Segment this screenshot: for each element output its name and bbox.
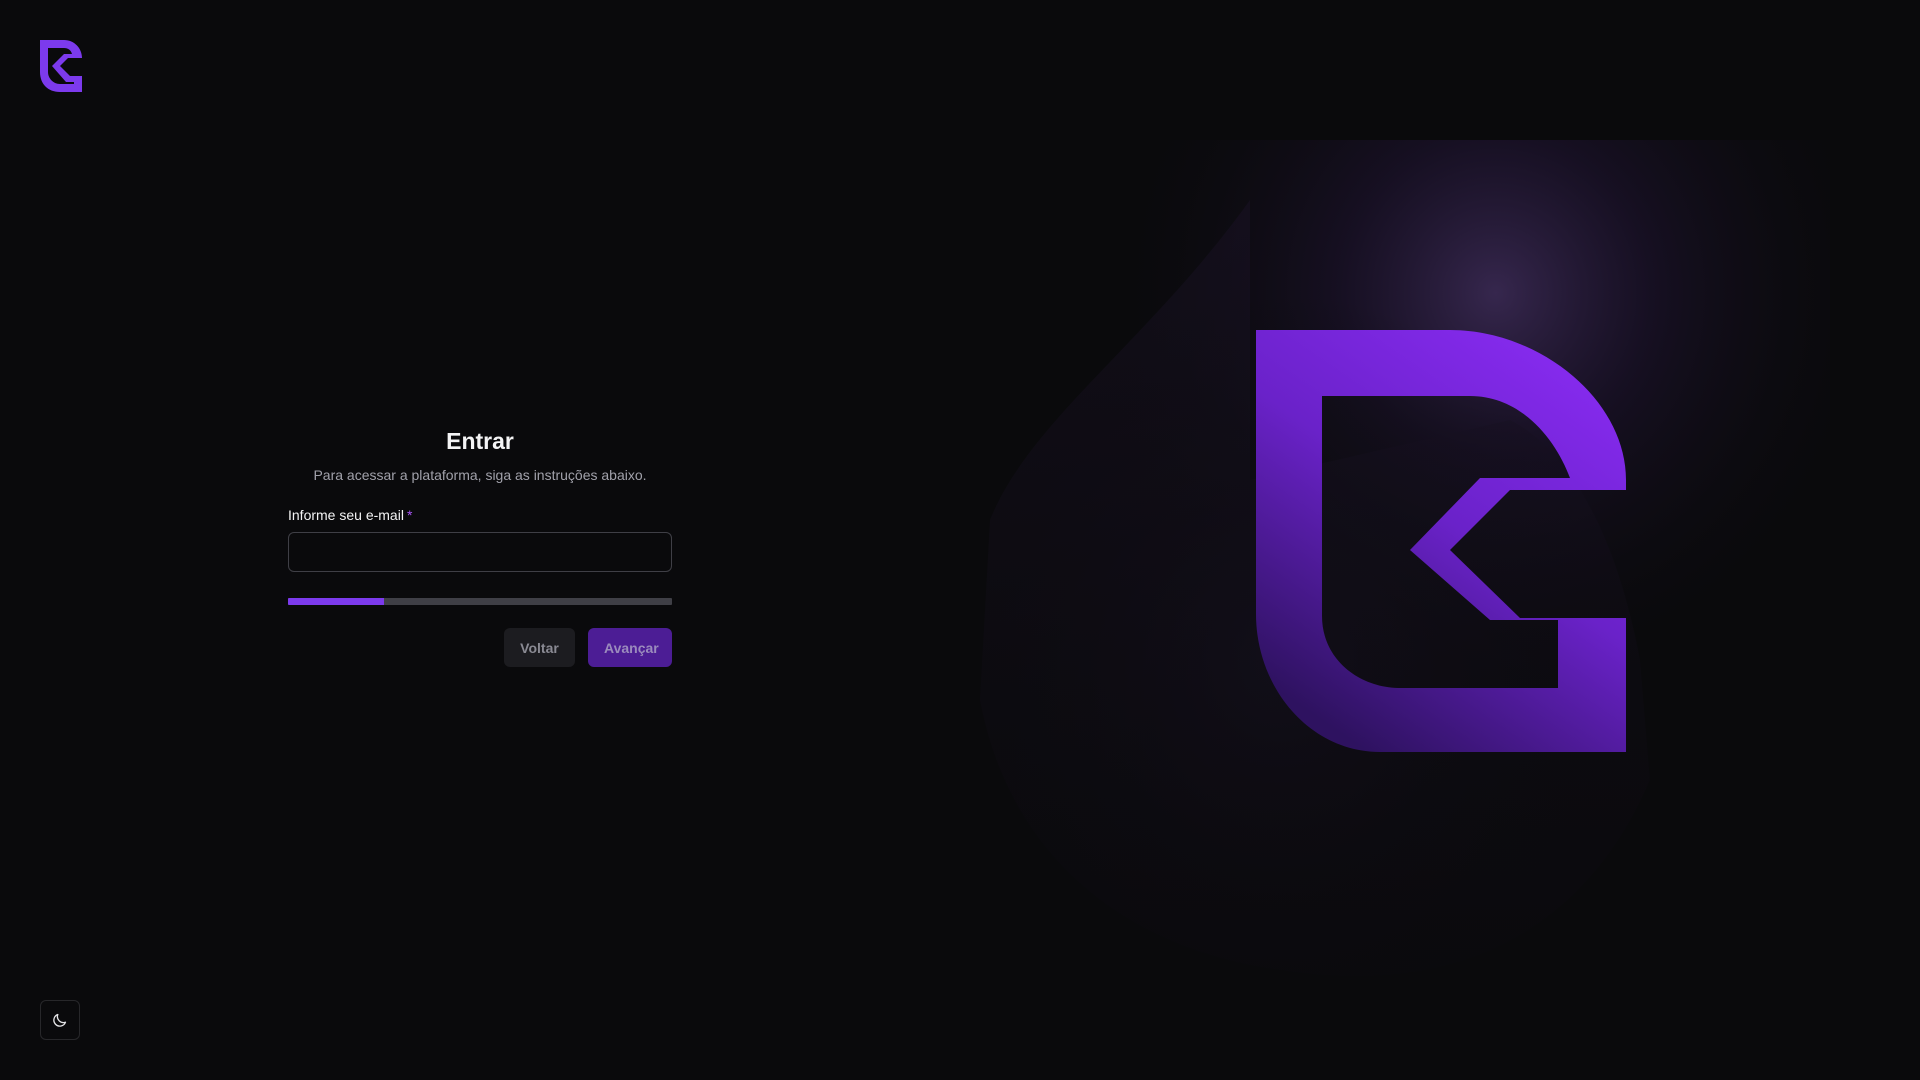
next-button[interactable]: Avançar [588, 628, 672, 667]
back-button[interactable]: Voltar [504, 628, 575, 667]
theme-toggle-button[interactable] [40, 1000, 80, 1040]
progress-bar-fill [288, 598, 384, 605]
brand-logo-icon[interactable] [38, 38, 86, 94]
progress-bar [288, 598, 672, 605]
email-field[interactable] [288, 532, 672, 572]
login-page: Entrar Para acessar a plataforma, siga a… [0, 0, 1920, 1080]
required-mark: * [406, 507, 413, 523]
form-actions: Voltar Avançar [288, 628, 672, 667]
email-label: Informe seu e-mail * [288, 506, 672, 524]
email-label-text: Informe seu e-mail [288, 507, 404, 523]
page-subtitle: Para acessar a plataforma, siga as instr… [313, 467, 647, 483]
page-title: Entrar [446, 428, 514, 454]
hero-brand-illustration [950, 140, 1830, 1040]
login-form: Entrar Para acessar a plataforma, siga a… [288, 425, 672, 667]
moon-icon [53, 1013, 67, 1027]
